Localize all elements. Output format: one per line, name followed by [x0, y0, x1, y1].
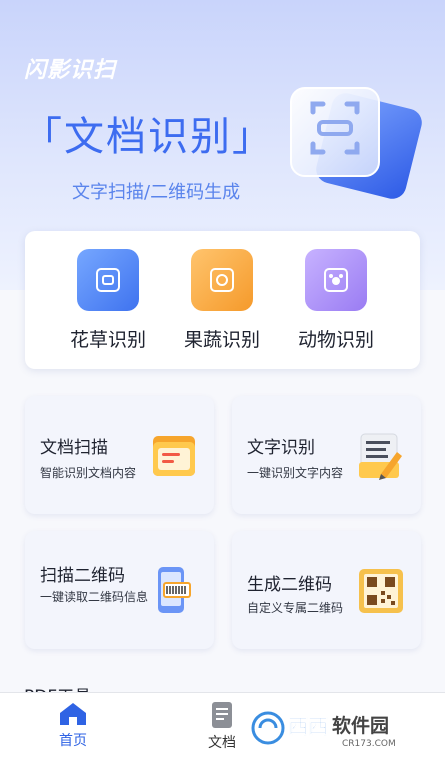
page-headline: 「文档识别」	[22, 114, 274, 160]
document-icon	[212, 702, 232, 728]
flower-recognition-button[interactable]: 花草识别	[53, 249, 163, 352]
quick-tools-card: 花草识别 果蔬识别 动物识别	[25, 231, 420, 369]
animal-scan-icon	[305, 249, 367, 311]
tab-home-label: 首页	[59, 733, 87, 749]
page-subtitle: 文字扫描/二维码生成	[72, 182, 241, 203]
phone-scan-icon	[158, 567, 191, 613]
qrcode-icon	[359, 569, 403, 613]
document-scan-card[interactable]: 文档扫描 智能识别文档内容	[25, 396, 214, 514]
generate-qrcode-title: 生成二维码	[247, 575, 332, 595]
scan-qrcode-card[interactable]: 扫描二维码 一键读取二维码信息	[25, 531, 214, 649]
tab-home[interactable]: 首页	[38, 693, 108, 760]
svg-text:CR173.COM: CR173.COM	[342, 739, 396, 749]
app-brand: 闪影识扫	[24, 58, 117, 83]
home-icon	[60, 703, 86, 725]
scan-qrcode-desc: 一键读取二维码信息	[40, 590, 149, 604]
tab-documents-label: 文档	[208, 735, 236, 751]
flower-scan-icon	[77, 249, 139, 311]
folder-doc-icon	[153, 436, 195, 476]
svg-text:西西: 西西	[288, 714, 328, 738]
text-recognition-card[interactable]: 文字识别 一键识别文字内容	[232, 396, 421, 514]
document-scan-desc: 智能识别文档内容	[40, 466, 137, 480]
scan-qrcode-title: 扫描二维码	[40, 566, 125, 586]
animal-recognition-button[interactable]: 动物识别	[281, 249, 391, 352]
text-recognition-desc: 一键识别文字内容	[247, 466, 344, 480]
generate-qrcode-desc: 自定义专属二维码	[247, 601, 344, 615]
fruit-recognition-button[interactable]: 果蔬识别	[167, 249, 277, 352]
flower-recognition-label: 花草识别	[69, 329, 146, 351]
animal-recognition-label: 动物识别	[297, 329, 374, 351]
fruit-recognition-label: 果蔬识别	[183, 329, 260, 351]
tab-documents[interactable]: 文档	[187, 693, 257, 760]
text-recognition-title: 文字识别	[247, 438, 315, 458]
fruit-scan-icon	[191, 249, 253, 311]
text-edit-icon	[359, 433, 402, 480]
watermark-logo: 西西 软件园 CR173.COM	[251, 711, 396, 749]
scan-frame-icon	[290, 87, 422, 199]
svg-text:软件园: 软件园	[332, 714, 389, 737]
document-scan-title: 文档扫描	[40, 438, 108, 458]
generate-qrcode-card[interactable]: 生成二维码 自定义专属二维码	[232, 531, 421, 649]
